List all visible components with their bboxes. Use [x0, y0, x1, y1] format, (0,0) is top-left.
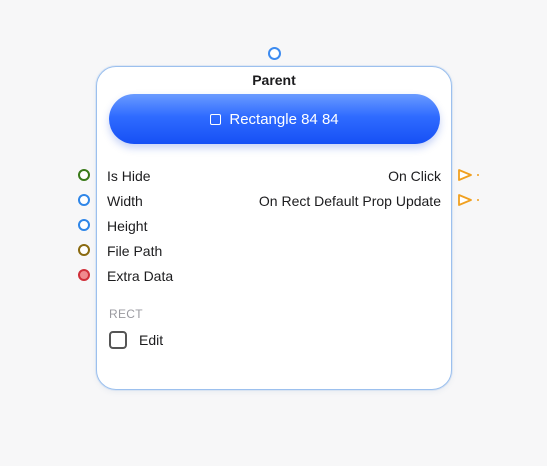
input-port-extra-data[interactable]: [78, 269, 90, 281]
node-title: Parent: [252, 72, 296, 88]
input-port-is-hide[interactable]: [78, 169, 90, 181]
edit-option[interactable]: Edit: [109, 331, 163, 349]
edit-label: Edit: [139, 332, 164, 348]
input-label-file-path: File Path: [107, 243, 163, 259]
input-label-width: Width: [107, 193, 143, 209]
input-port-height[interactable]: [78, 219, 90, 231]
input-port-file-path[interactable]: [78, 244, 90, 256]
output-label-on-click: On Click: [388, 168, 441, 184]
rectangle-button[interactable]: Rectangle 84 84: [109, 94, 440, 144]
output-port-on-rect-default-prop-update[interactable]: [457, 193, 481, 207]
square-icon: [210, 113, 222, 125]
parent-node[interactable]: Parent Rectangle 84 84 Is Hide Width Hei…: [96, 66, 452, 390]
input-label-extra-data: Extra Data: [107, 268, 174, 284]
input-label-is-hide: Is Hide: [107, 168, 151, 184]
node-top-input-port[interactable]: [268, 47, 281, 60]
section-label-rect: RECT: [109, 307, 143, 321]
canvas: Parent Rectangle 84 84 Is Hide Width Hei…: [0, 0, 547, 466]
rectangle-button-label: Rectangle 84 84: [229, 110, 339, 128]
output-port-on-click[interactable]: [457, 168, 481, 182]
input-port-width[interactable]: [78, 194, 90, 206]
input-label-height: Height: [107, 218, 148, 234]
edit-checkbox[interactable]: [109, 331, 127, 349]
output-label-on-rect-default-prop-update: On Rect Default Prop Update: [258, 193, 441, 209]
